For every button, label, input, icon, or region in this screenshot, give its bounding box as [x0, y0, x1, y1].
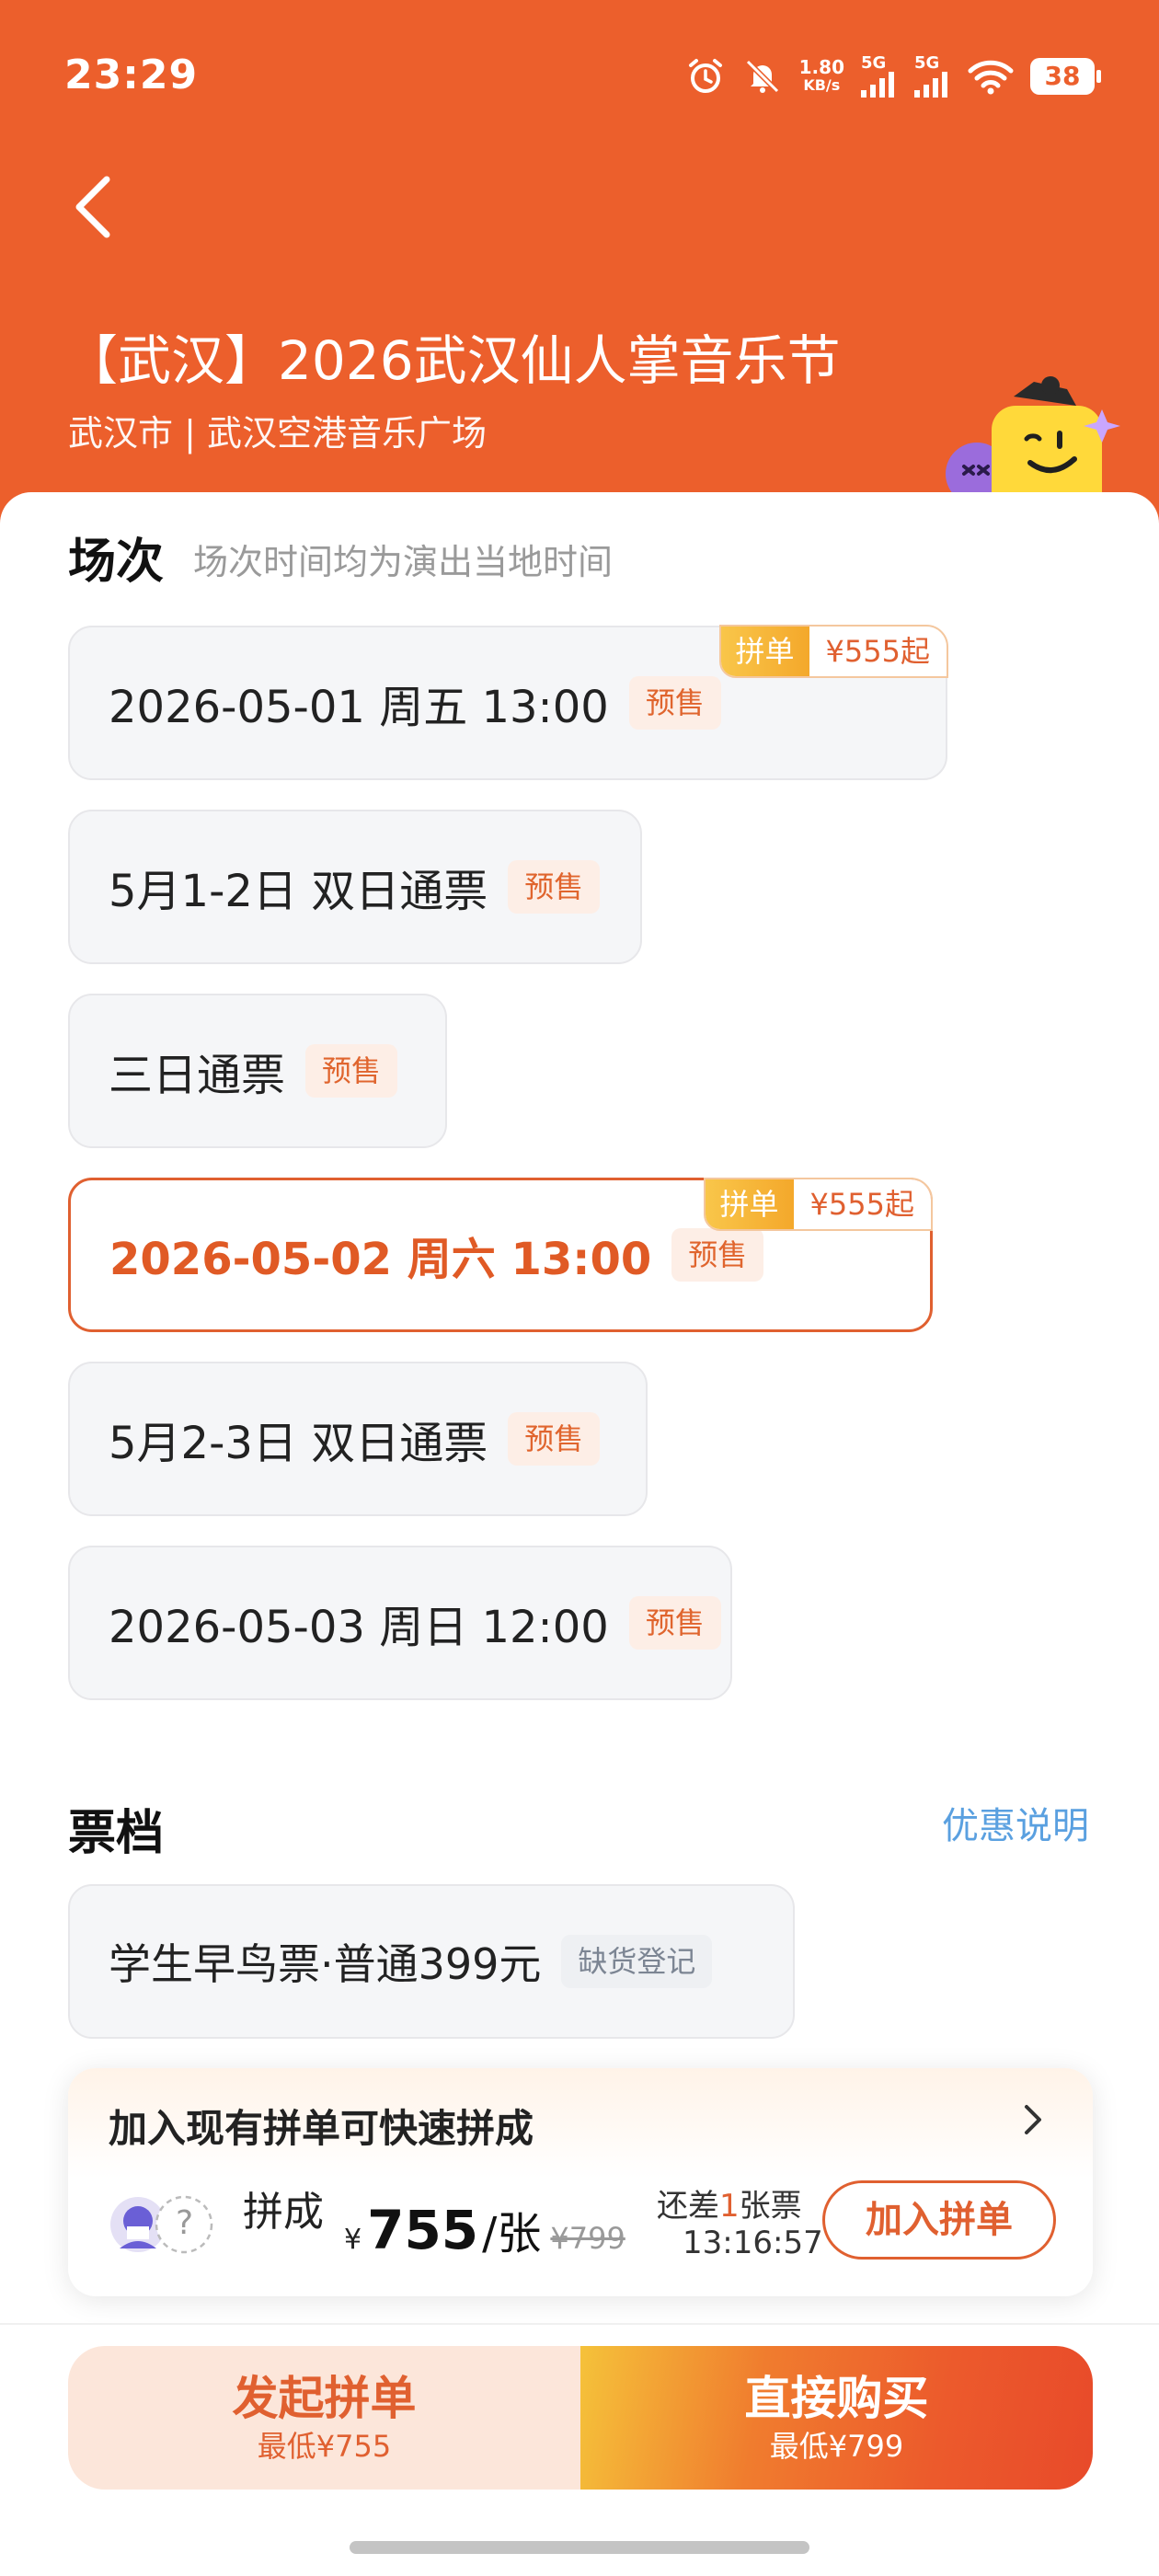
cellular-signal-1: 5G: [861, 55, 898, 98]
signal-2-label: 5G: [914, 53, 940, 73]
presale-tag: 预售: [305, 1044, 398, 1098]
status-time: 23:29: [64, 52, 199, 98]
cellular-signal-2: 5G: [914, 55, 951, 98]
back-arrow-icon[interactable]: [64, 170, 129, 244]
sessions-subtitle: 场次时间均为演出当地时间: [193, 542, 614, 582]
presale-tag: 预售: [628, 1596, 721, 1650]
start-group-buy-min-price: 最低¥755: [257, 2429, 392, 2464]
remaining-prefix: 还差: [657, 2188, 719, 2225]
countdown-timer: 13:16:57: [683, 2225, 823, 2261]
group-price-value: 755: [367, 2199, 479, 2261]
network-speed: 1.80 KB/s: [799, 58, 844, 95]
join-group-button[interactable]: 加入拼单: [822, 2180, 1056, 2260]
home-indicator[interactable]: [350, 2541, 809, 2554]
signal-bars-icon: [861, 72, 894, 98]
group-buy-badge: 拼单 ¥555起: [718, 625, 948, 678]
discount-info-link[interactable]: 优惠说明: [942, 1796, 1089, 1849]
session-three-day-pass[interactable]: 三日通票 预售: [68, 994, 447, 1148]
session-2026-05-02[interactable]: 2026-05-02 周六 13:00 预售 拼单 ¥555起: [68, 1178, 933, 1332]
buy-now-label: 直接购买: [744, 2372, 929, 2425]
session-label: 2026-05-02 周六 13:00: [109, 1234, 652, 1285]
event-venue: 武汉市 | 武汉空港音乐广场: [68, 413, 487, 454]
signal-1-label: 5G: [861, 53, 887, 73]
signal-bars-icon: [914, 72, 947, 98]
group-buy-badge: 拼单 ¥555起: [703, 1178, 933, 1231]
buy-now-min-price: 最低¥799: [769, 2429, 904, 2464]
session-may-1-2-pass[interactable]: 5月1-2日 双日通票 预售: [68, 810, 642, 964]
session-label: 5月2-3日 双日通票: [109, 1418, 488, 1469]
ticket-label: 学生早鸟票·普通399元: [109, 1939, 542, 1989]
status-bar: 23:29 1.80 KB/s 5G 5G 38: [0, 0, 1159, 156]
avatar: [110, 2195, 213, 2254]
tickets-title: 票档: [68, 1806, 165, 1861]
event-title: 【武汉】2026武汉仙人掌音乐节: [64, 329, 841, 392]
group-members-avatars: ?: [109, 2188, 228, 2261]
session-2026-05-01[interactable]: 2026-05-01 周五 13:00 预售 拼单 ¥555起: [68, 625, 948, 780]
group-buy-badge-label: 拼单: [720, 627, 809, 676]
join-group-card-title: 加入现有拼单可快速拼成: [109, 2106, 534, 2151]
start-group-buy-button[interactable]: 发起拼单 最低¥755: [68, 2346, 580, 2490]
price-unit: /张: [482, 2208, 542, 2260]
mute-bell-icon: [745, 59, 779, 94]
group-price: ¥ 755 /张 ¥799: [344, 2197, 625, 2261]
group-buy-badge-price: ¥555起: [793, 1179, 931, 1229]
session-may-2-3-pass[interactable]: 5月2-3日 双日通票 预售: [68, 1362, 648, 1516]
presale-tag: 预售: [671, 1228, 764, 1282]
group-buy-badge-price: ¥555起: [809, 627, 947, 676]
remaining-suffix: 张票: [739, 2188, 802, 2225]
currency-symbol: ¥: [344, 2224, 362, 2256]
original-price: ¥799: [550, 2221, 625, 2256]
sessions-title: 场次: [68, 535, 165, 590]
group-buy-badge-label: 拼单: [705, 1179, 794, 1229]
session-label: 2026-05-01 周五 13:00: [109, 682, 609, 733]
battery-indicator: 38: [1030, 58, 1101, 95]
bottom-action-bar: 发起拼单 最低¥755 直接购买 最低¥799: [68, 2346, 1093, 2490]
alarm-icon: [688, 59, 722, 93]
presale-tag: 预售: [508, 860, 601, 914]
out-of-stock-register-tag: 缺货登记: [561, 1935, 713, 1988]
session-2026-05-03[interactable]: 2026-05-03 周日 12:00 预售: [68, 1546, 732, 1700]
wifi-icon: [968, 60, 1014, 95]
join-group-card[interactable]: 加入现有拼单可快速拼成 ? 拼成 ¥ 755 /张 ¥799 还差1张票 13:…: [68, 2068, 1093, 2296]
remaining-tickets: 还差1张票: [657, 2180, 802, 2225]
session-label: 三日通票: [109, 1050, 286, 1101]
session-label: 5月1-2日 双日通票: [109, 866, 488, 917]
divider: [0, 2323, 1159, 2325]
group-complete-label: 拼成: [243, 2189, 324, 2236]
chevron-right-icon[interactable]: [1019, 2101, 1047, 2138]
remaining-count: 1: [719, 2188, 740, 2225]
status-icons: 1.80 KB/s 5G 5G 38: [685, 53, 1101, 99]
net-speed-unit: KB/s: [803, 76, 841, 94]
buy-now-button[interactable]: 直接购买 最低¥799: [580, 2346, 1093, 2490]
empty-slot-placeholder: ?: [176, 2204, 194, 2242]
net-speed-value: 1.80: [798, 56, 844, 78]
session-label: 2026-05-03 周日 12:00: [109, 1602, 609, 1653]
start-group-buy-label: 发起拼单: [232, 2372, 417, 2425]
presale-tag: 预售: [628, 676, 721, 730]
ticket-student-early-bird[interactable]: 学生早鸟票·普通399元 缺货登记: [68, 1884, 795, 2039]
presale-tag: 预售: [508, 1412, 601, 1466]
